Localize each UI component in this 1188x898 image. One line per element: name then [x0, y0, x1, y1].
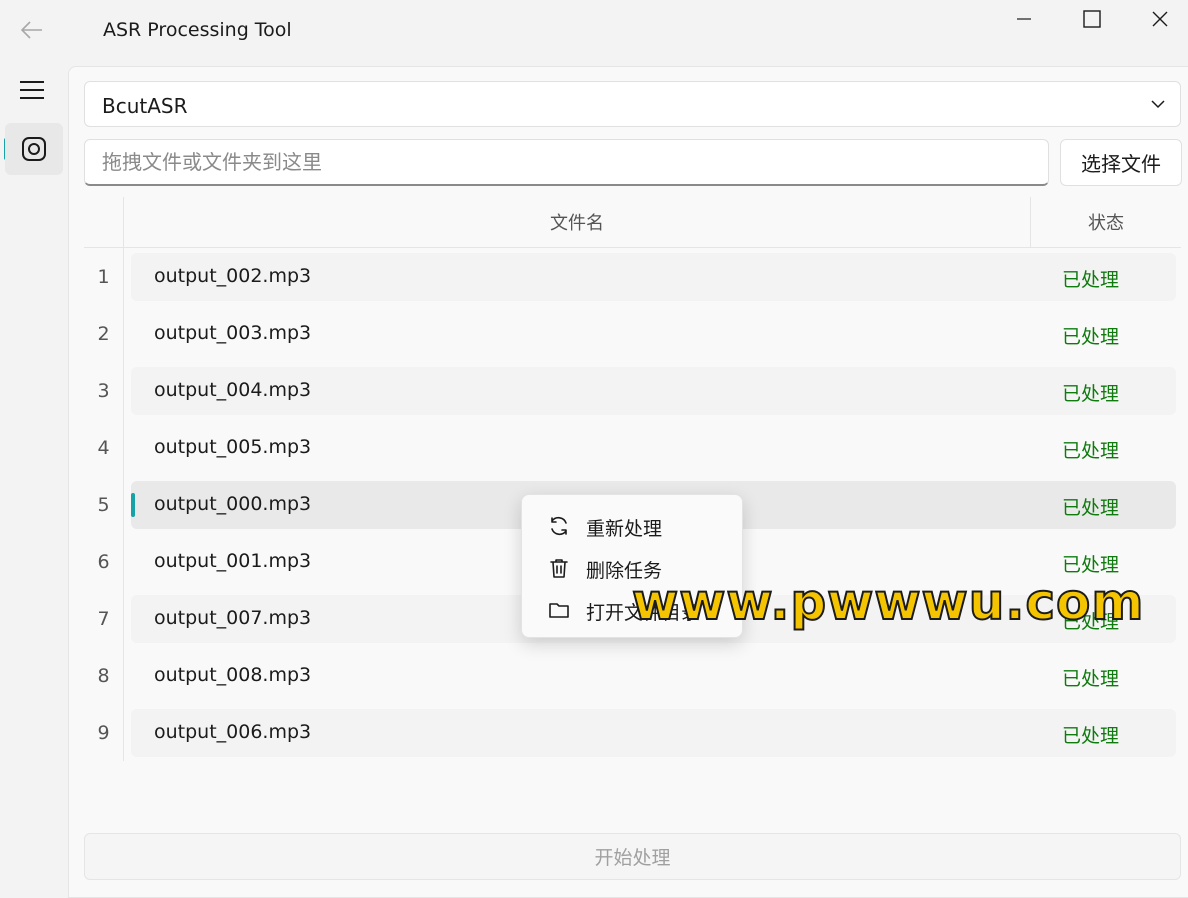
status-cell: 已处理 [1062, 668, 1120, 690]
row-number: 5 [84, 476, 124, 533]
file-name-cell: output_004.mp3 [154, 379, 312, 401]
menu-item-label: 打开文件目录 [586, 602, 701, 624]
row-number: 3 [84, 362, 124, 419]
column-header-filename[interactable]: 文件名 [124, 197, 1031, 248]
minimize-button[interactable] [990, 0, 1058, 38]
status-cell: 已处理 [1062, 440, 1120, 462]
menu-item-label: 删除任务 [586, 560, 663, 582]
asr-engine-value: BcutASR [102, 94, 188, 118]
status-cell: 已处理 [1062, 383, 1120, 405]
file-name-cell: output_001.mp3 [154, 550, 312, 572]
asr-engine-select[interactable]: BcutASR [84, 81, 1181, 127]
table-row[interactable]: output_006.mp3 已处理 [131, 709, 1176, 757]
status-cell: 已处理 [1062, 497, 1120, 519]
status-cell: 已处理 [1062, 611, 1120, 633]
row-number: 8 [84, 647, 124, 704]
nav-item-asr[interactable] [5, 123, 63, 175]
maximize-icon [1083, 10, 1101, 28]
column-header-status[interactable]: 状态 [1031, 197, 1181, 248]
table-row[interactable]: output_003.mp3 已处理 [131, 310, 1176, 358]
select-file-button[interactable]: 选择文件 [1060, 139, 1182, 186]
row-number: 9 [84, 704, 124, 761]
close-icon [1152, 11, 1168, 27]
close-button[interactable] [1126, 0, 1188, 38]
menu-item-delete-task[interactable]: 删除任务 [522, 547, 742, 589]
file-table: 文件名 状态 1 output_002.mp3 已处理 2 output_003… [84, 197, 1181, 763]
folder-icon [549, 603, 569, 618]
file-name-cell: output_008.mp3 [154, 664, 312, 686]
menu-item-label: 重新处理 [586, 518, 663, 540]
app-title: ASR Processing Tool [103, 19, 292, 41]
back-arrow-icon [21, 21, 42, 39]
minimize-icon [1017, 18, 1031, 20]
menu-item-reprocess[interactable]: 重新处理 [522, 505, 742, 547]
context-menu: 重新处理 删除任务 打开文件目录 [521, 494, 743, 638]
refresh-icon [551, 516, 567, 536]
row-number: 1 [84, 248, 124, 305]
row-number: 4 [84, 419, 124, 476]
status-cell: 已处理 [1062, 554, 1120, 576]
file-name-cell: output_005.mp3 [154, 436, 312, 458]
file-drop-input[interactable] [84, 139, 1049, 186]
status-cell: 已处理 [1062, 269, 1120, 291]
row-number: 7 [84, 590, 124, 647]
back-button[interactable] [14, 14, 50, 46]
file-name-cell: output_006.mp3 [154, 721, 312, 743]
chevron-down-icon [1151, 100, 1165, 109]
file-name-cell: output_002.mp3 [154, 265, 312, 287]
file-name-cell: output_000.mp3 [154, 493, 312, 515]
table-row[interactable]: output_002.mp3 已处理 [131, 253, 1176, 301]
record-icon [22, 137, 46, 161]
row-selected-indicator [131, 493, 135, 517]
start-processing-button[interactable]: 开始处理 [84, 833, 1181, 880]
menu-item-open-folder[interactable]: 打开文件目录 [522, 589, 742, 631]
trash-icon [550, 559, 568, 578]
status-cell: 已处理 [1062, 725, 1120, 747]
table-corner-header [84, 197, 124, 248]
maximize-button[interactable] [1058, 0, 1126, 38]
hamburger-icon [20, 81, 44, 99]
status-cell: 已处理 [1062, 326, 1120, 348]
row-number: 6 [84, 533, 124, 590]
table-row[interactable]: output_005.mp3 已处理 [131, 424, 1176, 472]
file-name-cell: output_007.mp3 [154, 607, 312, 629]
file-name-cell: output_003.mp3 [154, 322, 312, 344]
table-row[interactable]: output_004.mp3 已处理 [131, 367, 1176, 415]
table-row[interactable]: output_008.mp3 已处理 [131, 652, 1176, 700]
row-number: 2 [84, 305, 124, 362]
nav-menu-button[interactable] [8, 70, 56, 110]
